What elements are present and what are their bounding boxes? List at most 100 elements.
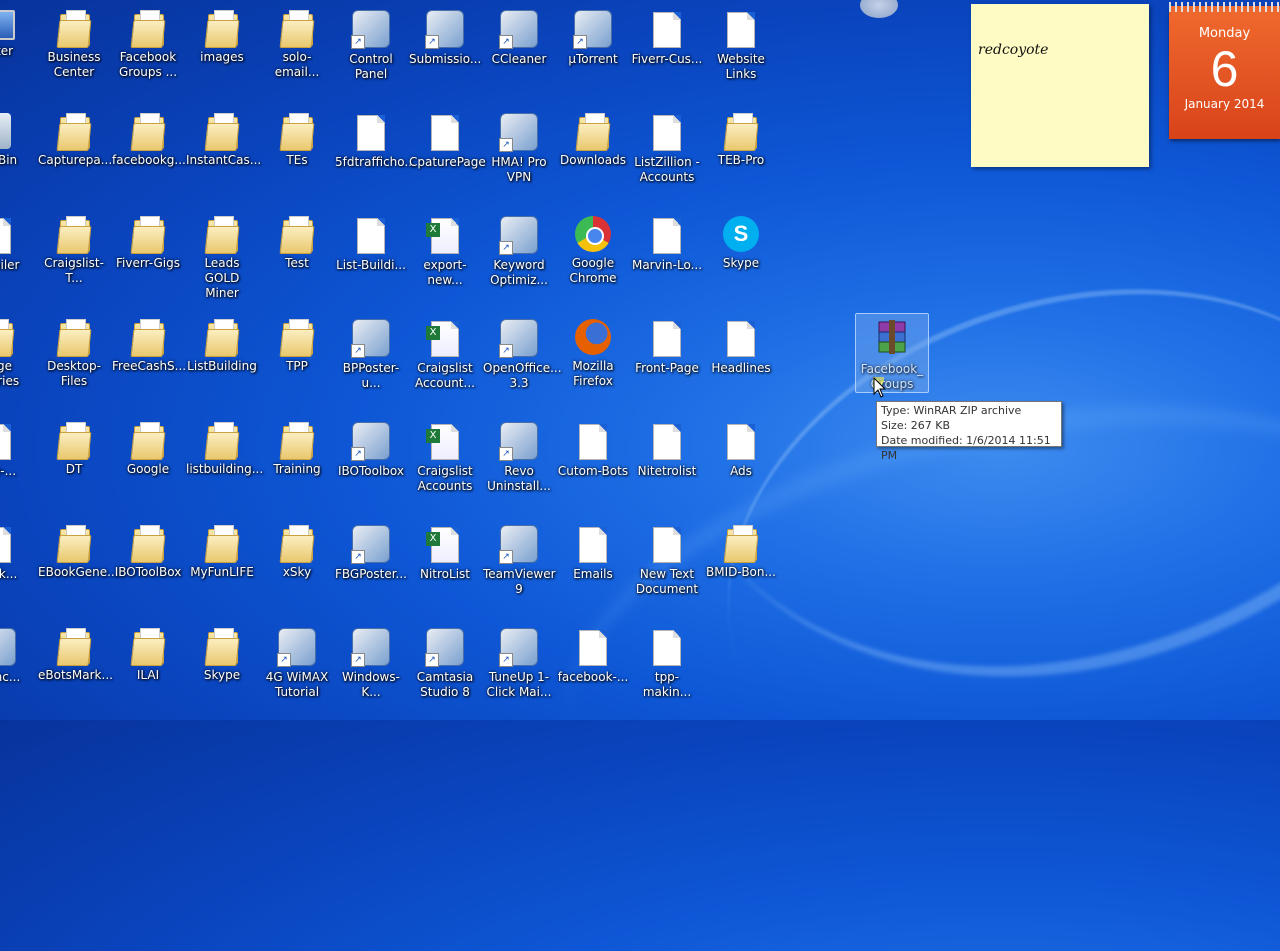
desktop-icon-label: xSky xyxy=(282,565,312,579)
folder-icon xyxy=(279,10,315,48)
desktop-icon-desktop-files[interactable]: Desktop-Files xyxy=(37,313,111,413)
desktop-icon-downloads[interactable]: Downloads xyxy=(556,107,630,207)
desktop-icon-dt[interactable]: DT xyxy=(37,416,111,516)
desktop-icon-instantcas[interactable]: InstantCas... xyxy=(185,107,261,207)
folder-icon xyxy=(56,525,92,563)
desktop-icon-label: FBGPoster... xyxy=(335,567,407,581)
desktop-icon-training[interactable]: Training xyxy=(260,416,334,516)
desktop-icon-skype[interactable]: S Skype xyxy=(704,210,778,310)
desktop-icon-xsky[interactable]: xSky xyxy=(260,519,334,619)
desktop-icon-fiverr-gigs[interactable]: Fiverr-Gigs xyxy=(111,210,185,310)
sticky-note-text[interactable]: redcoyote xyxy=(978,42,1048,58)
desktop-icon-fbgposter[interactable]: ↗ FBGPoster... xyxy=(334,519,408,619)
desktop-icon-listbuilding[interactable]: listbuilding... xyxy=(185,416,263,516)
recycle-icon xyxy=(0,113,11,149)
desktop-icon-label: Marvin-Lo... xyxy=(631,258,703,272)
desktop-icon-nitrolist[interactable]: X NitroList xyxy=(408,519,482,619)
desktop-icon-keyword-optimiz[interactable]: ↗ Keyword Optimiz... xyxy=(482,210,556,310)
desktop-icon-facebook[interactable]: facebook-... xyxy=(556,622,630,722)
desktop-icon-4g-wimax-tutorial[interactable]: ↗ 4G WiMAX Tutorial xyxy=(260,622,334,722)
desktop-icon-label: µTorrent xyxy=(568,52,618,66)
desktop-icon-windows-k[interactable]: ↗ Windows-K... xyxy=(334,622,408,722)
desktop-icon-bmid-bon[interactable]: BMID-Bon... xyxy=(704,519,778,619)
desktop-icon-ilai[interactable]: ILAI xyxy=(111,622,185,722)
desktop-icon-label: Front-Page xyxy=(635,361,699,375)
desktop-icon-listzillion-accounts[interactable]: ListZillion - Accounts xyxy=(630,107,704,207)
desktop-icon-label: Submissio... xyxy=(409,52,482,66)
desktop-icon-control-panel[interactable]: ↗ Control Panel xyxy=(334,4,408,104)
desktop-icon-fiverr-cus[interactable]: Fiverr-Cus... xyxy=(630,4,704,104)
desktop-icon-label: IBOToolbox xyxy=(337,464,404,478)
desktop-icon-5fdtrafficho[interactable]: 5fdtrafficho... xyxy=(334,107,416,207)
desktop-icon-freecashs[interactable]: FreeCashS... xyxy=(111,313,186,413)
desktop-icon-label: IBOToolBox xyxy=(114,565,182,579)
desktop-icon-google[interactable]: Google xyxy=(111,416,185,516)
desktop-icon-myinc[interactable]: ↗ MyInc... xyxy=(0,622,34,722)
desktop-icon-capturepa[interactable]: Capturepa... xyxy=(37,107,112,207)
folder-icon xyxy=(204,628,240,666)
desktop-icon-page-egories[interactable]: page egories xyxy=(0,313,34,413)
desktop-icon-website-links[interactable]: Website Links xyxy=(704,4,778,104)
desktop-icon-ccleaner[interactable]: ↗ CCleaner xyxy=(482,4,556,104)
folder-icon xyxy=(204,216,240,254)
sticky-note[interactable]: redcoyote xyxy=(971,4,1149,167)
desktop-icon-puter[interactable]: puter xyxy=(0,4,34,104)
desktop-icon-submissio[interactable]: ↗ Submissio... xyxy=(408,4,482,104)
desktop-icon-new-text-document[interactable]: New Text Document xyxy=(630,519,704,619)
desktop-icon-tes[interactable]: TEs xyxy=(260,107,334,207)
desktop-icon-cle-bin[interactable]: cle Bin xyxy=(0,107,34,207)
desktop-icon-craigslist-t[interactable]: Craigslist-T... xyxy=(37,210,111,310)
desktop-icon-ebookgene[interactable]: EBookGene... xyxy=(37,519,119,619)
desktop-icon-label: Back... xyxy=(0,567,18,581)
calendar-month-year: January 2014 xyxy=(1184,97,1265,111)
desktop-icon-images[interactable]: images xyxy=(185,4,259,104)
desktop-icon-mozilla-firefox[interactable]: Mozilla Firefox xyxy=(556,313,630,413)
desktop-icon-headlines[interactable]: Headlines xyxy=(704,313,778,413)
folder-icon xyxy=(130,10,166,48)
desktop-icon-tpp-makin[interactable]: tpp-makin... xyxy=(630,622,704,722)
desktop-icon-ibotoolbox[interactable]: ↗ IBOToolbox xyxy=(334,416,408,516)
desktop-icon-teb-pro[interactable]: TEB-Pro xyxy=(704,107,778,207)
desktop-icon-label: solo-email... xyxy=(274,50,320,79)
desktop-icon-ebotsmark[interactable]: eBotsMark... xyxy=(37,622,113,722)
desktop-icon-front-page[interactable]: Front-Page xyxy=(630,313,704,413)
desktop-icon-business-center[interactable]: Business Center xyxy=(37,4,111,104)
desktop-icon-facebookg[interactable]: facebookg... xyxy=(111,107,186,207)
desktop-icon-test[interactable]: Test xyxy=(260,210,334,310)
desktop-icon-bpposter-u[interactable]: ↗ BPPoster-u... xyxy=(334,313,408,413)
desktop-icon-teamviewer-9[interactable]: ↗ TeamViewer 9 xyxy=(482,519,556,619)
desktop-icon-craigslist-accounts[interactable]: X Craigslist Accounts xyxy=(408,416,482,516)
desktop-icon-age[interactable]: age-... xyxy=(0,416,34,516)
desktop-icon-craigslist-account[interactable]: X Craigslist Account... xyxy=(408,313,482,413)
desktop-icon-marvin-lo[interactable]: Marvin-Lo... xyxy=(630,210,704,310)
desktop-icon-label: cle Bin xyxy=(0,153,18,167)
desktop-icon-google-chrome[interactable]: Google Chrome xyxy=(556,210,630,310)
calendar-gadget[interactable]: Monday 6 January 2014 xyxy=(1169,2,1280,139)
desktop-icon-tpp[interactable]: TPP xyxy=(260,313,334,413)
desktop-icon-label: Desktop-Files xyxy=(47,359,101,388)
desktop-icon-kmailer[interactable]: kmailer xyxy=(0,210,34,310)
desktop-icon-facebook-groups[interactable]: Facebook Groups ... xyxy=(111,4,185,104)
desktop-icon-listbuilding[interactable]: ListBuilding xyxy=(185,313,259,413)
desktop-icon-ibotoolbox[interactable]: IBOToolBox xyxy=(111,519,185,619)
desktop-icon-emails[interactable]: Emails xyxy=(556,519,630,619)
desktop-icon-cutom-bots[interactable]: Cutom-Bots xyxy=(556,416,630,516)
desktop-icon-nitetrolist[interactable]: Nitetrolist xyxy=(630,416,704,516)
desktop-icon-cpaturepage[interactable]: CpaturePage xyxy=(408,107,486,207)
desktop-icon-export-new[interactable]: Xexport-new... xyxy=(408,210,482,310)
desktop-icon-revo-uninstall[interactable]: ↗ Revo Uninstall... xyxy=(482,416,556,516)
desktop-icon-torrent[interactable]: ↗ µTorrent xyxy=(556,4,630,104)
desktop-icon-camtasia-studio-8[interactable]: ↗ Camtasia Studio 8 xyxy=(408,622,482,722)
desktop-icon-openoffice-3-3[interactable]: ↗ OpenOffice... 3.3 xyxy=(482,313,562,413)
folder-icon xyxy=(130,525,166,563)
desktop-icon-myfunlife[interactable]: MyFunLIFE xyxy=(185,519,259,619)
desktop-icon-hma-pro-vpn[interactable]: ↗ HMA! Pro VPN xyxy=(482,107,556,207)
desktop-icon-skype[interactable]: Skype xyxy=(185,622,259,722)
desktop-icon-leads-gold-miner[interactable]: Leads GOLD Miner xyxy=(185,210,259,310)
desktop-icon-solo-email[interactable]: solo-email... xyxy=(260,4,334,104)
facebook-groups-zip[interactable]: Facebook_Groups xyxy=(855,313,929,393)
desktop-icon-list-buildi[interactable]: List-Buildi... xyxy=(334,210,408,310)
desktop-icon-ads[interactable]: Ads xyxy=(704,416,778,516)
desktop-icon-back[interactable]: Back... xyxy=(0,519,34,619)
desktop-icon-tuneup-1-click-mai[interactable]: ↗ TuneUp 1-Click Mai... xyxy=(482,622,556,722)
